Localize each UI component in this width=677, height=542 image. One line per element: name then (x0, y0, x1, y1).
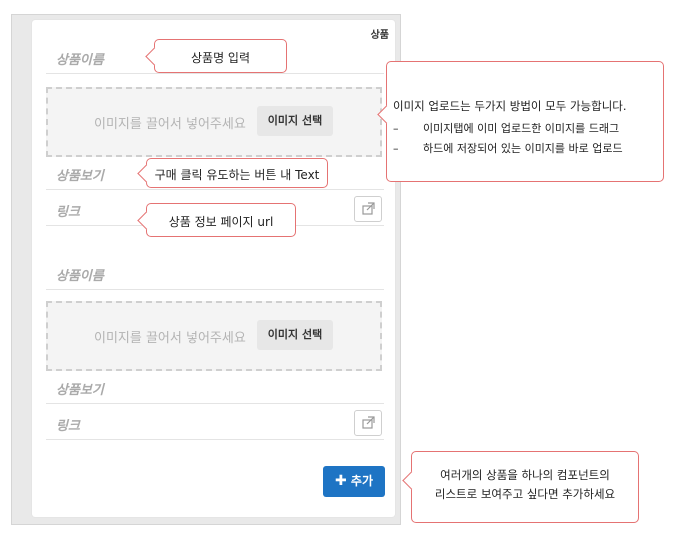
link-label: 링크 (56, 419, 80, 434)
external-link-button[interactable] (354, 196, 382, 222)
callout-add: 여러개의 상품을 하나의 컴포넌트의 리스트로 보여주고 싶다면 추가하세요 (402, 451, 639, 523)
add-button-label: 추가 (350, 474, 373, 488)
callout-product-view-text: 구매 클릭 유도하는 버튼 내 Text (154, 168, 320, 182)
image-dropzone[interactable]: 이미지를 끌어서 넣어주세요 이미지 선택 (46, 87, 382, 157)
panel-title: 상품 (370, 30, 389, 41)
external-link-icon (362, 202, 375, 215)
product-view-label: 상품보기 (56, 383, 104, 398)
callout-product-name-text: 상품명 입력 (190, 51, 250, 65)
product-panel: 상품 상품이름 이미지를 끌어서 넣어주세요 이미지 선택 상품보기 링크 상품… (32, 20, 395, 517)
dropzone-text: 이미지를 끌어서 넣어주세요 (94, 331, 246, 346)
callout-link-text: 상품 정보 페이지 url (168, 215, 274, 229)
callout-add-text: 여러개의 상품을 하나의 컴포넌트의 리스트로 보여주고 싶다면 추가하세요 (434, 468, 616, 501)
image-select-button[interactable]: 이미지 선택 (257, 320, 333, 350)
product-view-label: 상품보기 (56, 169, 104, 184)
plus-icon: ✚ (334, 473, 347, 489)
callout-product-view: 구매 클릭 유도하는 버튼 내 Text (137, 158, 328, 188)
image-select-button[interactable]: 이미지 선택 (257, 106, 333, 136)
link-field[interactable]: 링크 (46, 406, 384, 440)
callout-image-title: 이미지 업로드는 두가지 방법이 모두 가능합니다. (393, 99, 627, 113)
callout-image-bullet: – 하드에 저장되어 있는 이미지를 바로 업로드 (393, 142, 623, 155)
image-dropzone[interactable]: 이미지를 끌어서 넣어주세요 이미지 선택 (46, 301, 382, 371)
callout-image-upload: 이미지 업로드는 두가지 방법이 모두 가능합니다. – 이미지탭에 이미 업로드… (377, 61, 664, 182)
product-name-label: 상품이름 (56, 269, 104, 284)
dropzone-text: 이미지를 끌어서 넣어주세요 (94, 117, 246, 132)
add-product-button[interactable]: ✚ 추가 (323, 466, 385, 497)
product-name-label: 상품이름 (56, 53, 104, 68)
external-link-icon (362, 416, 375, 429)
callout-image-bullet: – 이미지탭에 이미 업로드한 이미지를 드래그 (393, 122, 620, 135)
callout-product-name: 상품명 입력 (145, 39, 287, 73)
product-name-field[interactable]: 상품이름 (46, 256, 384, 290)
link-label: 링크 (56, 205, 80, 220)
external-link-button[interactable] (354, 410, 382, 436)
product-view-field[interactable]: 상품보기 (46, 370, 384, 404)
callout-link: 상품 정보 페이지 url (137, 203, 296, 237)
